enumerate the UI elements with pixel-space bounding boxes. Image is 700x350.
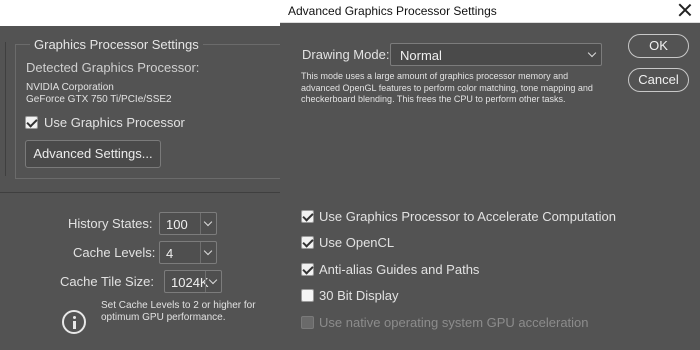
- cancel-button[interactable]: Cancel: [628, 68, 689, 92]
- background-titlebar: [0, 0, 280, 26]
- cache-tile-size-value: 1024K: [171, 275, 209, 290]
- drawing-mode-label: Drawing Mode:: [302, 47, 390, 62]
- accelerate-computation-checkbox[interactable]: [301, 210, 314, 223]
- anti-alias-checkbox[interactable]: [301, 263, 314, 276]
- info-icon: [62, 310, 86, 334]
- cache-levels-value: 4: [166, 246, 174, 261]
- advanced-gpu-dialog: Advanced Graphics Processor Settings Dra…: [280, 0, 700, 350]
- drawing-mode-dropdown[interactable]: Normal: [390, 43, 602, 66]
- info-text-line1: Set Cache Levels to 2 or higher for: [101, 300, 256, 311]
- history-states-value: 100: [166, 217, 188, 232]
- close-icon[interactable]: [678, 3, 692, 17]
- use-gpu-checkbox[interactable]: [25, 116, 38, 129]
- gpu-model: GeForce GTX 750 Ti/PCIe/SSE2: [26, 94, 172, 105]
- cache-levels-label: Cache Levels:: [73, 245, 156, 260]
- gpu-vendor: NVIDIA Corporation: [26, 82, 114, 93]
- native-gpu-acceleration-checkbox: [301, 316, 314, 329]
- cache-tile-size-dropdown[interactable]: 1024K: [164, 270, 222, 293]
- history-states-dropdown[interactable]: 100: [159, 212, 217, 235]
- chevron-down-icon: [585, 44, 601, 65]
- 30-bit-display-checkbox[interactable]: [301, 289, 314, 302]
- drawing-mode-description: This mode uses a large amount of graphic…: [301, 71, 593, 104]
- ok-button[interactable]: OK: [628, 34, 689, 58]
- history-states-label: History States:: [68, 216, 153, 231]
- use-opencl-checkbox[interactable]: [301, 236, 314, 249]
- detected-gpu-label: Detected Graphics Processor:: [26, 60, 200, 75]
- chevron-down-icon: [205, 271, 221, 292]
- accelerate-computation-label: Use Graphics Processor to Accelerate Com…: [319, 209, 616, 224]
- native-gpu-acceleration-label: Use native operating system GPU accelera…: [319, 315, 589, 330]
- drawing-mode-value: Normal: [400, 48, 442, 63]
- anti-alias-label: Anti-alias Guides and Paths: [319, 262, 480, 277]
- panel-divider-vertical: [5, 42, 6, 176]
- dialog-title: Advanced Graphics Processor Settings: [288, 4, 497, 18]
- 30-bit-display-label: 30 Bit Display: [319, 288, 399, 303]
- cache-tile-size-label: Cache Tile Size:: [60, 274, 154, 289]
- chevron-down-icon: [200, 242, 216, 263]
- advanced-settings-button[interactable]: Advanced Settings...: [25, 140, 161, 168]
- chevron-down-icon: [200, 213, 216, 234]
- use-opencl-label: Use OpenCL: [319, 235, 395, 250]
- dialog-titlebar: Advanced Graphics Processor Settings: [280, 0, 700, 23]
- panel-divider-horizontal: [0, 192, 280, 193]
- use-gpu-label: Use Graphics Processor: [44, 115, 185, 130]
- cache-levels-dropdown[interactable]: 4: [159, 241, 217, 264]
- info-text-line2: optimum GPU performance.: [101, 312, 226, 323]
- group-title: Graphics Processor Settings: [30, 37, 203, 52]
